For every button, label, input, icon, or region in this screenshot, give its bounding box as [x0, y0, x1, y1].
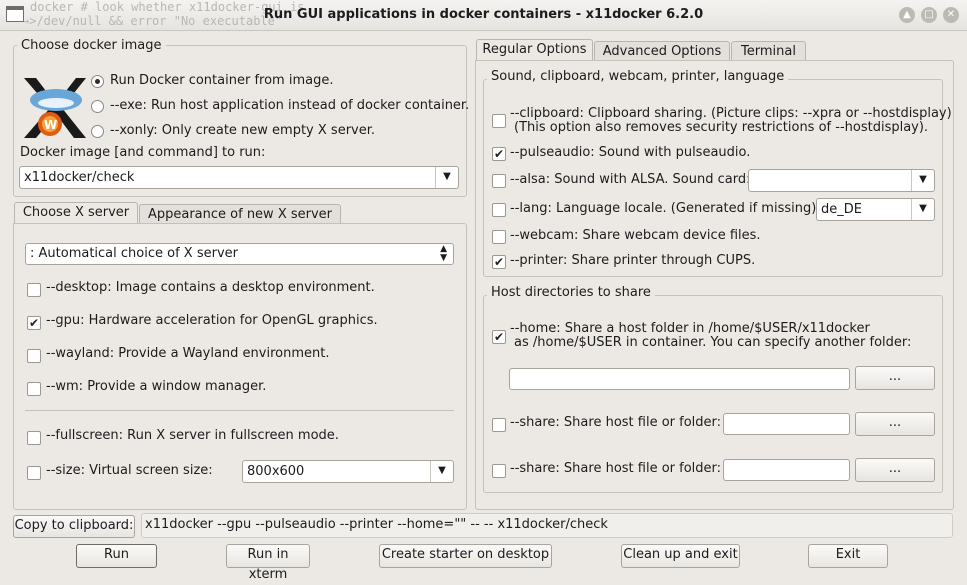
share2-checkbox[interactable]: [492, 464, 506, 478]
create-starter-button[interactable]: Create starter on desktop: [379, 544, 552, 568]
clipboard-checkbox[interactable]: [492, 114, 506, 128]
share1-label: --share: Share host file or folder:: [510, 415, 722, 430]
size-value: 800x600: [247, 464, 305, 479]
clipboard-label-2: (This option also removes security restr…: [514, 120, 929, 135]
image-value: x11docker/check: [24, 170, 135, 185]
wm-label: --wm: Provide a window manager.: [46, 379, 267, 394]
lang-combobox[interactable]: de_DE ▼: [816, 198, 935, 221]
window-title: Run GUI applications in docker container…: [263, 7, 704, 22]
clipboard-label-1: --clipboard: Clipboard sharing. (Picture…: [510, 106, 952, 121]
lang-value: de_DE: [821, 202, 862, 217]
chevron-down-icon: ▼: [911, 199, 934, 220]
pulseaudio-checkbox[interactable]: ✔: [492, 147, 506, 161]
image-label: Docker image [and command] to run:: [20, 145, 266, 160]
updown-icon: ▲ ▼: [440, 244, 447, 263]
share2-input[interactable]: [723, 459, 850, 481]
size-combobox[interactable]: 800x600 ▼: [242, 460, 454, 483]
wm-checkbox[interactable]: [27, 382, 41, 396]
chevron-down-icon: ▼: [911, 170, 934, 191]
share2-browse-button[interactable]: ...: [855, 458, 935, 482]
tab-terminal[interactable]: Terminal: [731, 41, 806, 61]
run-button[interactable]: Run: [76, 544, 157, 568]
home-browse-button[interactable]: ...: [855, 366, 935, 390]
home-label-1: --home: Share a host folder in /home/$US…: [510, 321, 870, 336]
share1-checkbox[interactable]: [492, 418, 506, 432]
copy-to-clipboard-button[interactable]: Copy to clipboard:: [13, 515, 135, 538]
alsa-checkbox[interactable]: [492, 174, 506, 188]
desktop-checkbox[interactable]: [27, 283, 41, 297]
share1-browse-button[interactable]: ...: [855, 412, 935, 436]
radio-run-image-label: Run Docker container from image.: [110, 73, 334, 88]
desktop-label: --desktop: Image contains a desktop envi…: [46, 280, 375, 295]
tab-choose-x-server[interactable]: Choose X server: [14, 202, 138, 224]
size-label: --size: Virtual screen size:: [46, 463, 213, 478]
tab-appearance[interactable]: Appearance of new X server: [139, 204, 341, 224]
home-label-2: as /home/$USER in container. You can spe…: [514, 335, 912, 350]
radio-xonly-label: --xonly: Only create new empty X server.: [110, 123, 376, 138]
sound-card-combobox[interactable]: ▼: [748, 169, 935, 192]
radio-run-image[interactable]: [91, 75, 104, 88]
chevron-down-icon: ▼: [430, 461, 453, 482]
close-icon[interactable]: ✕: [943, 7, 959, 23]
image-combobox[interactable]: x11docker/check ▼: [19, 166, 459, 189]
choose-image-legend: Choose docker image: [17, 38, 166, 53]
separator: [25, 410, 454, 411]
radio-exe-label: --exe: Run host application instead of d…: [110, 98, 470, 113]
command-text: x11docker --gpu --pulseaudio --printer -…: [145, 517, 608, 532]
alsa-label: --alsa: Sound with ALSA. Sound card:: [510, 172, 751, 187]
tab-advanced-options[interactable]: Advanced Options: [594, 41, 730, 61]
chevron-down-icon: ▼: [435, 167, 458, 188]
svg-text:W: W: [44, 118, 57, 132]
fullscreen-checkbox[interactable]: [27, 431, 41, 445]
wayland-label: --wayland: Provide a Wayland environment…: [46, 346, 330, 361]
webcam-label: --webcam: Share webcam device files.: [510, 228, 761, 243]
xserver-select-value: : Automatical choice of X server: [30, 246, 238, 261]
title-bar: docker # look whether x11docker-gui is →…: [0, 0, 967, 31]
size-checkbox[interactable]: [27, 466, 41, 480]
gpu-label: --gpu: Hardware acceleration for OpenGL …: [46, 313, 378, 328]
x11docker-logo-icon: W: [24, 78, 86, 138]
home-folder-input[interactable]: [509, 368, 850, 390]
command-display: x11docker --gpu --pulseaudio --printer -…: [141, 513, 953, 538]
run-in-xterm-button[interactable]: Run in xterm: [226, 544, 310, 582]
xserver-select[interactable]: : Automatical choice of X server ▲ ▼: [25, 243, 454, 265]
printer-label: --printer: Share printer through CUPS.: [510, 253, 756, 268]
pulseaudio-label: --pulseaudio: Sound with pulseaudio.: [510, 145, 751, 160]
restore-icon[interactable]: □: [921, 7, 937, 23]
cleanup-exit-button[interactable]: Clean up and exit: [621, 544, 740, 568]
share1-input[interactable]: [723, 413, 850, 435]
lang-label: --lang: Language locale. (Generated if m…: [510, 201, 821, 216]
gpu-checkbox[interactable]: ✔: [27, 316, 41, 330]
shade-icon[interactable]: ▲: [899, 7, 915, 23]
radio-exe[interactable]: [91, 100, 104, 113]
fullscreen-label: --fullscreen: Run X server in fullscreen…: [46, 428, 339, 443]
lang-checkbox[interactable]: [492, 203, 506, 217]
exit-button[interactable]: Exit: [808, 544, 888, 568]
printer-checkbox[interactable]: ✔: [492, 255, 506, 269]
share2-label: --share: Share host file or folder:: [510, 461, 722, 476]
home-checkbox[interactable]: ✔: [492, 330, 506, 344]
hostdirs-group-legend: Host directories to share: [487, 285, 655, 300]
webcam-checkbox[interactable]: [492, 230, 506, 244]
radio-xonly[interactable]: [91, 125, 104, 138]
wayland-checkbox[interactable]: [27, 349, 41, 363]
sound-group-legend: Sound, clipboard, webcam, printer, langu…: [487, 69, 789, 84]
tab-regular-options[interactable]: Regular Options: [476, 39, 593, 61]
